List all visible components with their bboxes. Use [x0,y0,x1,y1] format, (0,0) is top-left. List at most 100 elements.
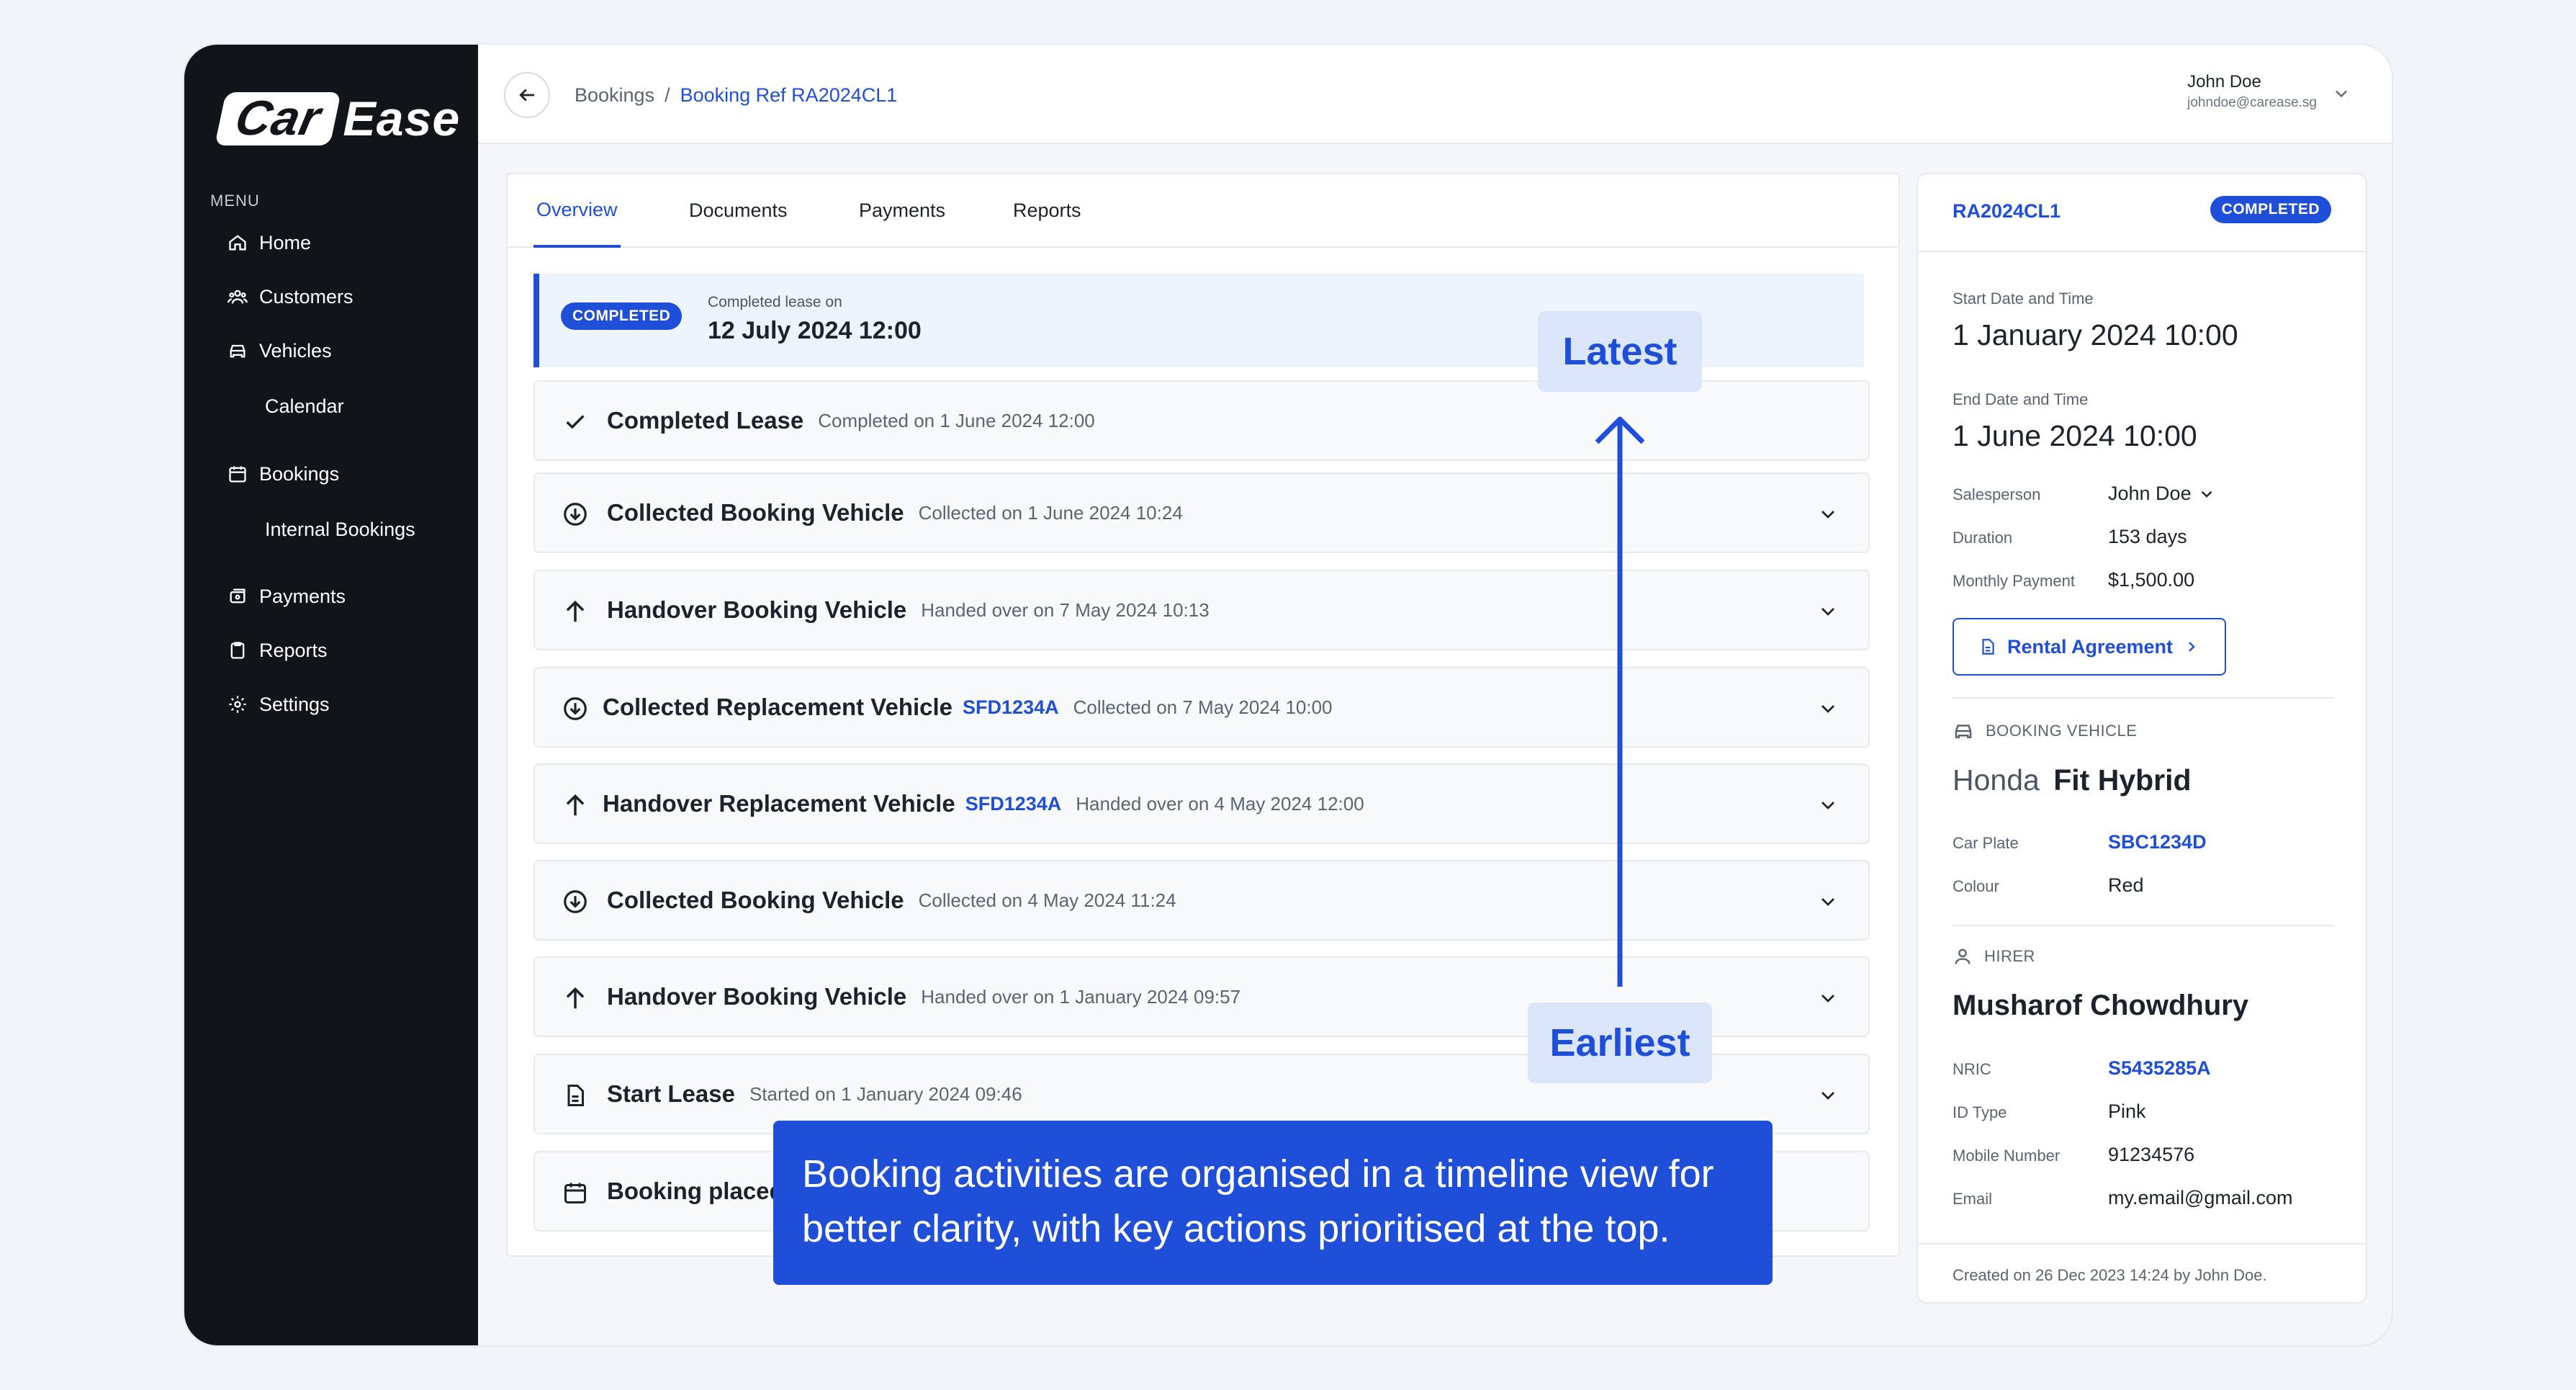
details-footer: Created on 26 Dec 2023 14:24 by John Doe… [1918,1243,2366,1304]
collect-icon [561,887,590,916]
breadcrumb-separator: / [665,84,670,106]
chevron-down-icon [2201,490,2212,498]
chevron-down-icon[interactable] [1816,794,1839,817]
menu-label: MENU [210,192,260,210]
id-type-value: Pink [2108,1100,2146,1122]
activity-detail: Handed over on 4 May 2024 12:00 [1076,792,1364,815]
sidebar-item-internal-bookings[interactable]: Internal Bookings [265,515,415,544]
activity-title: Collected Booking Vehicle [607,499,904,526]
vehicle-make: Honda [1953,763,2040,797]
rental-agreement-label: Rental Agreement [2007,635,2174,658]
rental-agreement-button[interactable]: Rental Agreement [1953,618,2226,676]
completed-label: Completed lease on [708,294,842,310]
chevron-down-icon[interactable] [2331,84,2351,104]
breadcrumb-booking-ref[interactable]: Booking Ref RA2024CL1 [680,84,898,107]
sidebar-item-bookings[interactable]: Bookings [226,459,339,488]
sidebar-item-vehicles[interactable]: Vehicles [226,336,332,365]
sidebar-item-payments[interactable]: Payments [226,582,346,611]
created-note: Created on 26 Dec 2023 14:24 by John Doe… [1953,1266,2267,1284]
user-icon [1955,949,1971,964]
breadcrumb: Bookings / Booking Ref RA2024CL1 [575,82,897,108]
activity-title: Collected Replacement Vehicle [603,694,953,720]
chevron-down-icon[interactable] [1816,890,1839,913]
chevron-down-icon[interactable] [1816,503,1839,526]
activity-title: Handover Booking Vehicle [607,596,907,623]
replacement-plate-link[interactable]: SFD1234A [965,793,1062,815]
status-badge: COMPLETED [2210,196,2331,223]
chevron-down-icon[interactable] [1816,600,1839,623]
sidebar-item-label: Vehicles [259,339,332,362]
end-date-label: End Date and Time [1953,390,2089,408]
document-icon [1982,639,1994,655]
start-date-value: 1 January 2024 10:00 [1953,318,2238,351]
booking-vehicle-label: BOOKING VEHICLE [1986,722,2138,740]
sidebar-item-reports[interactable]: Reports [226,636,328,665]
activity-item[interactable]: Collected Booking Vehicle Collected on 1 … [533,472,1870,553]
check-icon [561,408,590,436]
chevron-down-icon[interactable] [1816,1084,1839,1107]
divider [1953,697,2334,699]
email-label: Email [1953,1190,1993,1208]
chevron-down-icon[interactable] [1816,987,1839,1010]
back-button[interactable] [504,72,550,118]
sidebar-item-label: Settings [259,693,330,715]
activity-item[interactable]: Completed Lease Completed on 1 June 2024 … [533,380,1870,461]
mobile-label: Mobile Number [1953,1147,2061,1165]
timeline-arrow [1595,416,1645,987]
replacement-plate-link[interactable]: SFD1234A [963,696,1059,719]
tab-payments[interactable]: Payments [859,174,945,246]
calendar-icon [226,462,249,485]
document-icon [561,1081,590,1110]
gear-icon [226,693,249,716]
duration-label: Duration [1953,529,2013,547]
chevron-right-icon [2189,642,2195,652]
sidebar-item-label: Bookings [259,462,340,485]
details-header: RA2024CL1 COMPLETED [1918,174,2366,252]
activity-detail: Started on 1 January 2024 09:46 [749,1082,1022,1105]
salesperson-label: Salesperson [1953,485,2041,503]
collect-icon [561,694,590,723]
car-plate-link[interactable]: SBC1234D [2108,831,2207,853]
activity-detail: Collected on 7 May 2024 10:00 [1073,696,1333,718]
sidebar: Car Ease MENU Home Customers Vehicles Ca… [184,45,478,1345]
users-icon [226,285,249,308]
hirer-name: Musharof Chowdhury [1953,990,2249,1021]
user-menu[interactable]: John Doe johndoe@carease.sg [2187,72,2317,111]
carease-logo[interactable]: Car Ease [215,91,461,146]
activity-title: Start Lease [607,1080,735,1107]
activity-item[interactable]: Collected Replacement Vehicle SFD1234A Col… [533,667,1870,748]
salesperson-select[interactable]: John Doe [2108,483,2216,505]
breadcrumb-bookings[interactable]: Bookings [575,84,654,107]
tab-reports[interactable]: Reports [1013,174,1081,246]
booking-details-panel: RA2024CL1 COMPLETED Start Date and Time … [1917,173,2367,1304]
activity-detail: Collected on 1 June 2024 10:24 [918,501,1183,524]
chevron-down-icon[interactable] [1816,697,1839,720]
collect-icon [561,500,590,529]
id-type-label: ID Type [1953,1103,2007,1121]
latest-label: Latest [1538,311,1702,392]
sidebar-item-label: Payments [259,585,346,607]
sidebar-item-calendar[interactable]: Calendar [265,392,344,421]
activity-title: Handover Replacement Vehicle [603,790,955,817]
email-value: my.email@gmail.com [2108,1187,2293,1209]
sidebar-item-home[interactable]: Home [226,228,311,257]
sidebar-item-settings[interactable]: Settings [226,690,330,719]
sidebar-item-label: Reports [259,639,328,661]
hirer-section: HIRER [1953,946,2035,967]
salesperson-value: John Doe [2108,483,2192,504]
booking-ref: RA2024CL1 [1953,200,2061,222]
sidebar-item-customers[interactable]: Customers [226,282,353,311]
user-name: John Doe [2187,72,2261,91]
tab-overview[interactable]: Overview [533,174,621,248]
vehicle-model: Fit Hybrid [2053,763,2192,797]
logo-ease-text: Ease [343,91,461,146]
tab-documents[interactable]: Documents [689,174,788,246]
activity-item[interactable]: Handover Replacement Vehicle SFD1234A Hand… [533,763,1870,844]
activity-item[interactable]: Handover Booking Vehicle Handed over on 7… [533,570,1870,650]
nric-link[interactable]: S5435285A [2108,1057,2211,1080]
activity-item[interactable]: Collected Booking Vehicle Collected on 4 … [533,860,1870,941]
car-plate-label: Car Plate [1953,834,2019,852]
arrow-up-icon [561,984,590,1013]
activity-detail: Collected on 4 May 2024 11:24 [918,889,1176,911]
calendar-icon [561,1178,590,1207]
